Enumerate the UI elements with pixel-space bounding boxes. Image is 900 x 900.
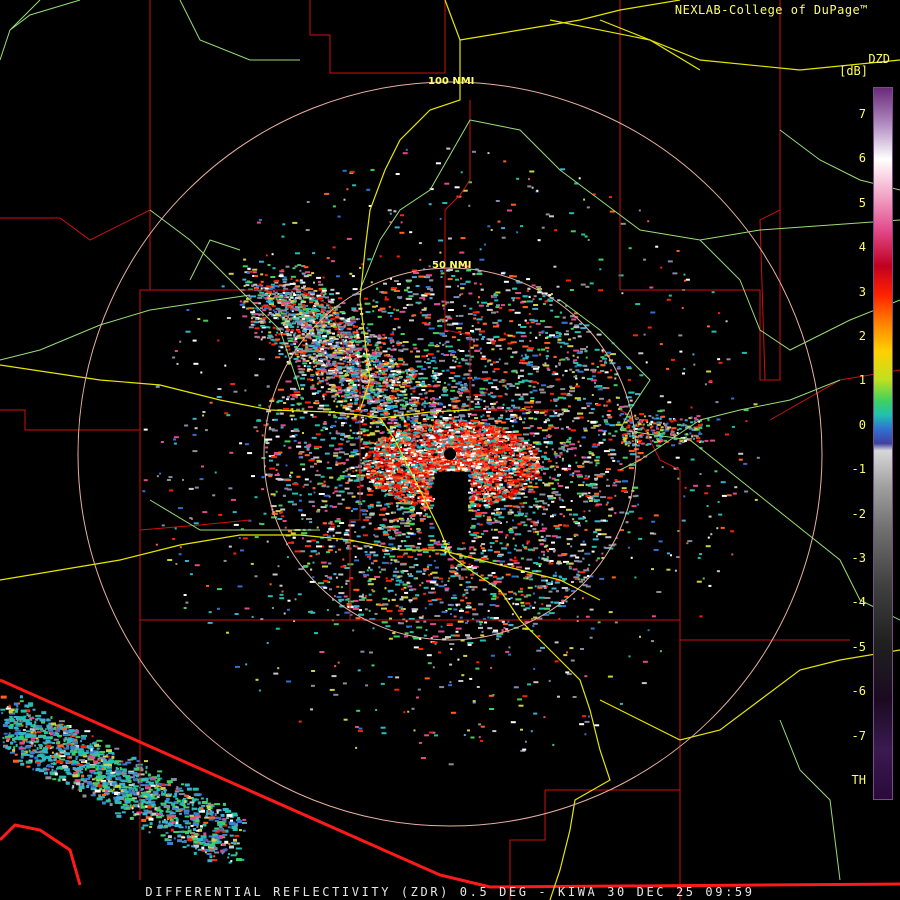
scale-tick-label: -7	[851, 728, 866, 743]
scale-code: DZD	[868, 52, 890, 66]
scale-tick-label: 0	[858, 417, 866, 432]
scale-tick-label: 5	[858, 195, 866, 210]
scale-tick-label: 2	[858, 329, 866, 343]
scale-tick-label: -3	[851, 551, 866, 565]
credit-label: NEXLAB-College of DuPage™	[674, 3, 868, 17]
scale-tick-label: -2	[851, 506, 866, 521]
scale-tick-label: -5	[851, 639, 866, 654]
outer-ring-label: 100 NMI	[428, 76, 474, 87]
scale-tick-label: -1	[851, 462, 866, 477]
scale-tick-label: -6	[851, 684, 866, 699]
scale-unit: [dB]	[839, 64, 868, 78]
color-scale-bar	[873, 87, 893, 800]
product-caption: DIFFERENTIAL REFLECTIVITY (ZDR) 0.5 DEG …	[145, 885, 755, 899]
scale-tick-label: 4	[858, 240, 866, 255]
scale-tick-label: 7	[858, 107, 866, 121]
scale-tick-label: 3	[858, 284, 866, 299]
inner-ring-label: 50 NMI	[432, 260, 471, 271]
scale-tick-label: -4	[851, 595, 866, 610]
scale-tick-label: 6	[858, 151, 866, 166]
scale-tick-label: 1	[858, 373, 866, 388]
radar-map: 50 NMI 100 NMI	[0, 0, 900, 900]
scale-tick-label: TH	[851, 773, 866, 787]
